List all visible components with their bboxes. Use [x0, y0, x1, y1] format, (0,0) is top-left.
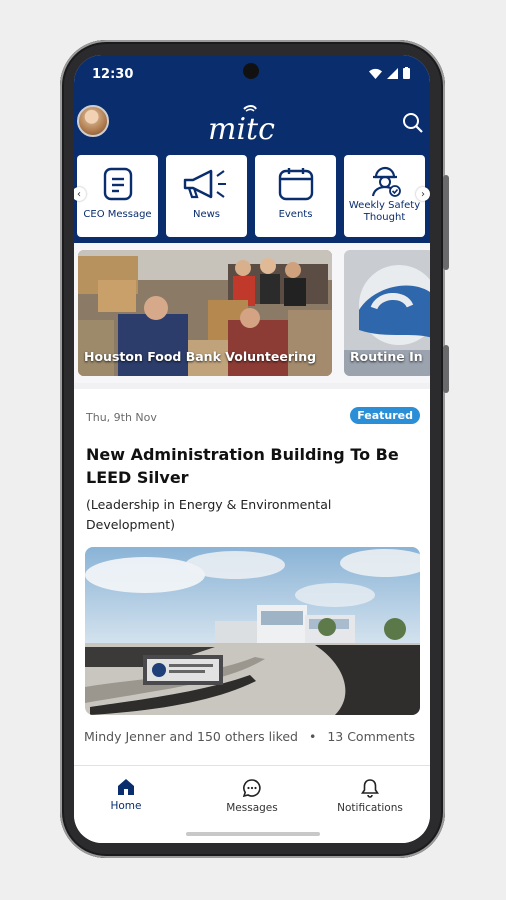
highlights-carousel: Houston Food Bank Volunteering Routine I…	[74, 243, 430, 383]
mitc-logo: mitc	[204, 99, 300, 149]
chat-icon	[242, 779, 261, 798]
bell-icon	[361, 779, 379, 798]
quick-link-ceo-message[interactable]: CEO Message	[77, 155, 158, 237]
nav-messages[interactable]: Messages	[207, 778, 297, 814]
search-icon[interactable]	[402, 112, 424, 134]
featured-badge: Featured	[350, 407, 420, 424]
gesture-home-indicator[interactable]	[186, 832, 320, 836]
quick-link-label: News	[192, 209, 221, 220]
carousel-card[interactable]: Routine In	[344, 250, 430, 376]
phone-volume-button	[443, 175, 449, 270]
battery-icon	[403, 67, 410, 79]
carousel-card-title: Houston Food Bank Volunteering	[84, 349, 317, 364]
app-bar: mitc	[74, 95, 430, 157]
calendar-icon	[278, 168, 313, 201]
post-date: Thu, 9th Nov	[86, 411, 157, 424]
nav-label: Notifications	[337, 802, 403, 814]
comments-link[interactable]: 13 Comments	[327, 729, 415, 744]
building-rendering-image[interactable]	[85, 547, 420, 715]
nav-label: Home	[110, 800, 142, 812]
nav-notifications[interactable]: Notifications	[325, 778, 415, 814]
avatar[interactable]	[77, 105, 109, 137]
quick-link-label: Weekly Safety Thought	[348, 200, 421, 223]
post-engagement: Mindy Jenner and 150 others liked • 13 C…	[84, 729, 424, 744]
carousel-card[interactable]: Houston Food Bank Volunteering	[78, 250, 332, 376]
document-icon	[103, 167, 132, 201]
quick-link-events[interactable]: Events	[255, 155, 336, 237]
quick-link-label: CEO Message	[83, 209, 152, 220]
likes-text[interactable]: Mindy Jenner and 150 others liked	[84, 729, 298, 744]
quick-link-news[interactable]: News	[166, 155, 247, 237]
home-icon	[118, 779, 134, 795]
carousel-card-title: Routine In	[350, 349, 423, 364]
wifi-icon	[369, 68, 382, 79]
front-camera	[243, 63, 259, 79]
quick-link-label: Events	[278, 209, 313, 220]
phone-power-button	[443, 345, 449, 393]
signal-icon	[387, 67, 398, 79]
quick-link-weekly-safety-thought[interactable]: Weekly Safety Thought	[344, 155, 425, 237]
logo-text: mitc	[208, 112, 275, 147]
status-icons	[369, 67, 410, 79]
chevron-right-icon[interactable]: ›	[416, 187, 430, 201]
nav-label: Messages	[226, 802, 278, 814]
megaphone-icon	[183, 169, 226, 199]
safety-worker-icon	[371, 166, 401, 197]
mockup-stage: 12:30 mitc CEO Message News Events Weekl…	[0, 0, 506, 900]
nav-home[interactable]: Home	[81, 778, 171, 812]
quick-links-row: CEO Message News Events Weekly Safety Th…	[74, 155, 430, 239]
app-screen: 12:30 mitc CEO Message News Events Weekl…	[74, 55, 430, 843]
post-subtitle: (Leadership in Energy & Environmental De…	[86, 497, 332, 532]
meta-separator: •	[308, 729, 317, 744]
feed-post[interactable]: Thu, 9th Nov Featured New Administration…	[74, 389, 430, 769]
status-time: 12:30	[92, 67, 134, 82]
post-title[interactable]: New Administration Building To Be LEED S…	[86, 443, 421, 489]
status-bar: 12:30	[74, 55, 430, 95]
